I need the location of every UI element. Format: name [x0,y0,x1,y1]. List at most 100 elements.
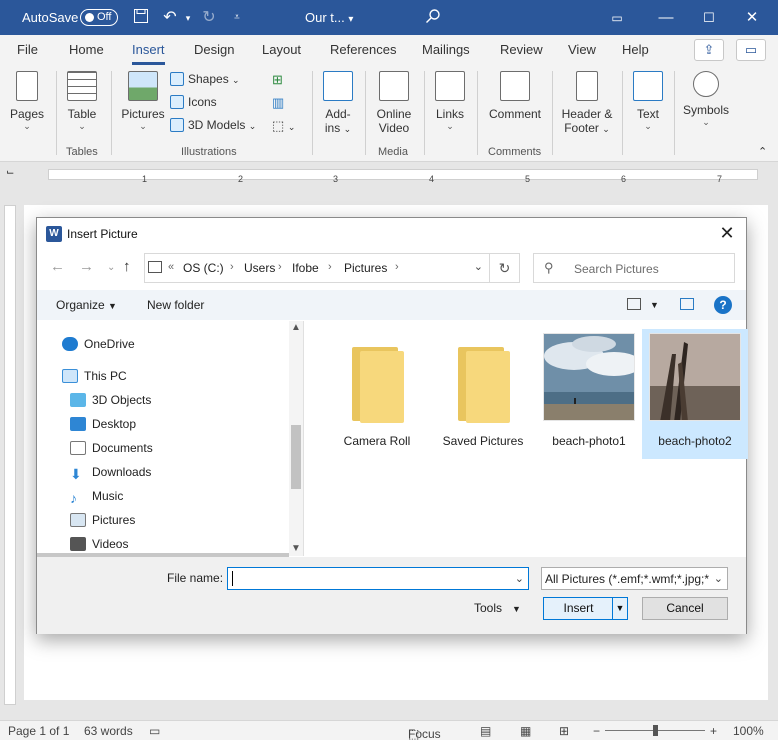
tab-selector-icon[interactable]: ⌙ [6,167,14,178]
undo-icon[interactable]: ↶ [160,8,180,28]
breadcrumb-users[interactable]: Users [244,261,275,275]
organize-button[interactable]: Organize ▼ [56,298,117,312]
print-layout-icon[interactable]: ▦ [520,724,531,738]
comments-button[interactable]: ▭ [736,39,766,61]
breadcrumb-pictures[interactable]: Pictures [344,261,387,275]
zoom-in-icon[interactable]: + [710,724,717,738]
nav-scrollbar[interactable]: ▲ ▼ [289,321,303,556]
zoom-level[interactable]: 100% [733,724,764,738]
autosave-toggle[interactable]: Off [80,9,118,26]
page-count[interactable]: Page 1 of 1 [8,724,69,738]
tab-view[interactable]: View [568,42,596,57]
tools-button[interactable]: Tools ▼ [474,601,521,615]
icons-button[interactable]: Icons [170,95,217,109]
online-video-button[interactable]: Online Video [372,71,416,135]
chart-icon[interactable]: ▥ [272,95,284,111]
tab-references[interactable]: References [330,42,396,57]
add-ins-button[interactable]: Add- ins ⌄ [318,71,358,135]
up-arrow-icon[interactable]: ↑ [123,258,131,275]
tab-review[interactable]: Review [500,42,543,57]
nav-item-desktop[interactable]: Desktop [70,417,136,431]
web-layout-icon[interactable]: ⊞ [559,724,569,738]
maximize-icon[interactable]: ☐ [697,6,721,30]
minimize-icon[interactable]: — [654,6,678,30]
tab-file[interactable]: File [17,42,38,57]
view-options-chevron-icon[interactable]: ▼ [650,300,659,310]
pictures-button[interactable]: Pictures ⌄ [120,71,166,131]
file-tile-camera-roll[interactable]: Camera Roll [324,329,430,459]
search-box[interactable]: ⚲ Search Pictures [533,253,735,283]
screenshot-icon[interactable]: ⬚ ⌄ [272,118,295,134]
comment-button[interactable]: Comment [484,71,546,121]
breadcrumb-separator-icon[interactable]: › [278,261,282,273]
customize-toolbar-icon[interactable]: ⩡ [227,8,247,28]
refresh-icon[interactable]: ↻ [490,253,520,283]
file-tile-beach-photo2[interactable]: beach-photo2 [642,329,748,459]
cancel-button[interactable]: Cancel [642,597,728,620]
nav-item-documents[interactable]: Documents [70,441,153,455]
tab-home[interactable]: Home [69,42,104,57]
share-button[interactable]: ⇪ [694,39,724,61]
file-type-select[interactable]: All Pictures (*.emf;*.wmf;*.jpg;* ⌄ [541,567,728,590]
close-icon[interactable]: ✕ [716,222,738,244]
horizontal-ruler[interactable]: ⌙ 1 2 3 4 5 6 7 [0,163,778,185]
zoom-out-icon[interactable]: − [593,724,600,738]
scrollbar-thumb[interactable] [291,425,301,489]
smartart-icon[interactable]: ⊞ [272,72,283,88]
nav-item-onedrive[interactable]: OneDrive [62,337,135,351]
search-icon[interactable] [423,8,443,28]
chevron-down-icon[interactable]: ⌄ [515,572,524,585]
address-dropdown-icon[interactable]: ⌄ [474,260,483,273]
nav-item-videos[interactable]: Videos [70,537,128,551]
close-window-icon[interactable]: ✕ [740,6,764,30]
help-icon[interactable]: ? [714,296,732,314]
change-view-icon[interactable] [627,298,641,310]
tab-design[interactable]: Design [194,42,234,57]
scroll-down-icon[interactable]: ▼ [291,543,301,554]
new-folder-button[interactable]: New folder [147,298,204,312]
breadcrumb-os-c[interactable]: OS (C:) [183,261,224,275]
preview-pane-icon[interactable] [680,298,694,310]
document-title[interactable]: Our t... ▾ [305,10,353,25]
insert-split-chevron-icon[interactable]: ▼ [612,598,627,619]
tab-layout[interactable]: Layout [262,42,301,57]
breadcrumb-separator-icon[interactable]: › [395,261,399,273]
nav-item-downloads[interactable]: ⬇ Downloads [70,465,151,481]
ribbon-display-icon[interactable]: ▭ [605,6,629,30]
word-count[interactable]: 63 words [84,724,133,738]
breadcrumb-overflow-icon[interactable]: « [168,261,174,273]
back-arrow-icon[interactable]: ← [50,258,65,275]
vertical-ruler[interactable] [4,205,16,705]
proofing-icon[interactable]: ▭ [149,724,160,738]
zoom-slider-thumb[interactable] [653,725,658,736]
tab-insert[interactable]: Insert [132,42,165,65]
breadcrumb-ifobe[interactable]: Ifobe [292,261,319,275]
save-icon[interactable] [131,8,151,28]
shapes-button[interactable]: Shapes ⌄ [170,72,240,86]
text-button[interactable]: Text ⌄ [628,71,668,131]
header-footer-button[interactable]: Header & Footer ⌄ [558,71,616,135]
file-tile-saved-pictures[interactable]: Saved Pictures [430,329,536,459]
insert-button[interactable]: Insert ▼ [543,597,628,620]
tab-help[interactable]: Help [622,42,649,57]
forward-arrow-icon[interactable]: → [79,258,94,275]
address-bar[interactable]: « OS (C:) › Users › Ifobe › Pictures › ⌄ [144,253,490,283]
file-tile-beach-photo1[interactable]: beach-photo1 [536,329,642,459]
nav-item-this-pc[interactable]: This PC [62,369,127,383]
table-button[interactable]: Table ⌄ [63,71,101,131]
pages-button[interactable]: Pages ⌄ [8,71,46,131]
tab-mailings[interactable]: Mailings [422,42,470,57]
scroll-up-icon[interactable]: ▲ [291,322,301,333]
symbols-button[interactable]: Symbols ⌄ [680,71,732,127]
undo-dropdown-icon[interactable]: ▾ [178,8,198,28]
nav-item-music[interactable]: ♪ Music [70,489,123,505]
3d-models-button[interactable]: 3D Models ⌄ [170,118,256,132]
file-name-input[interactable]: ⌄ [227,567,529,590]
collapse-ribbon-icon[interactable]: ⌃ [758,145,767,158]
breadcrumb-separator-icon[interactable]: › [230,261,234,273]
read-mode-icon[interactable]: ▤ [480,724,491,738]
redo-icon[interactable]: ↻ [199,8,219,28]
nav-item-pictures[interactable]: Pictures [70,513,135,527]
breadcrumb-separator-icon[interactable]: › [328,261,332,273]
recent-locations-chevron-icon[interactable]: ⌄ [107,262,115,273]
